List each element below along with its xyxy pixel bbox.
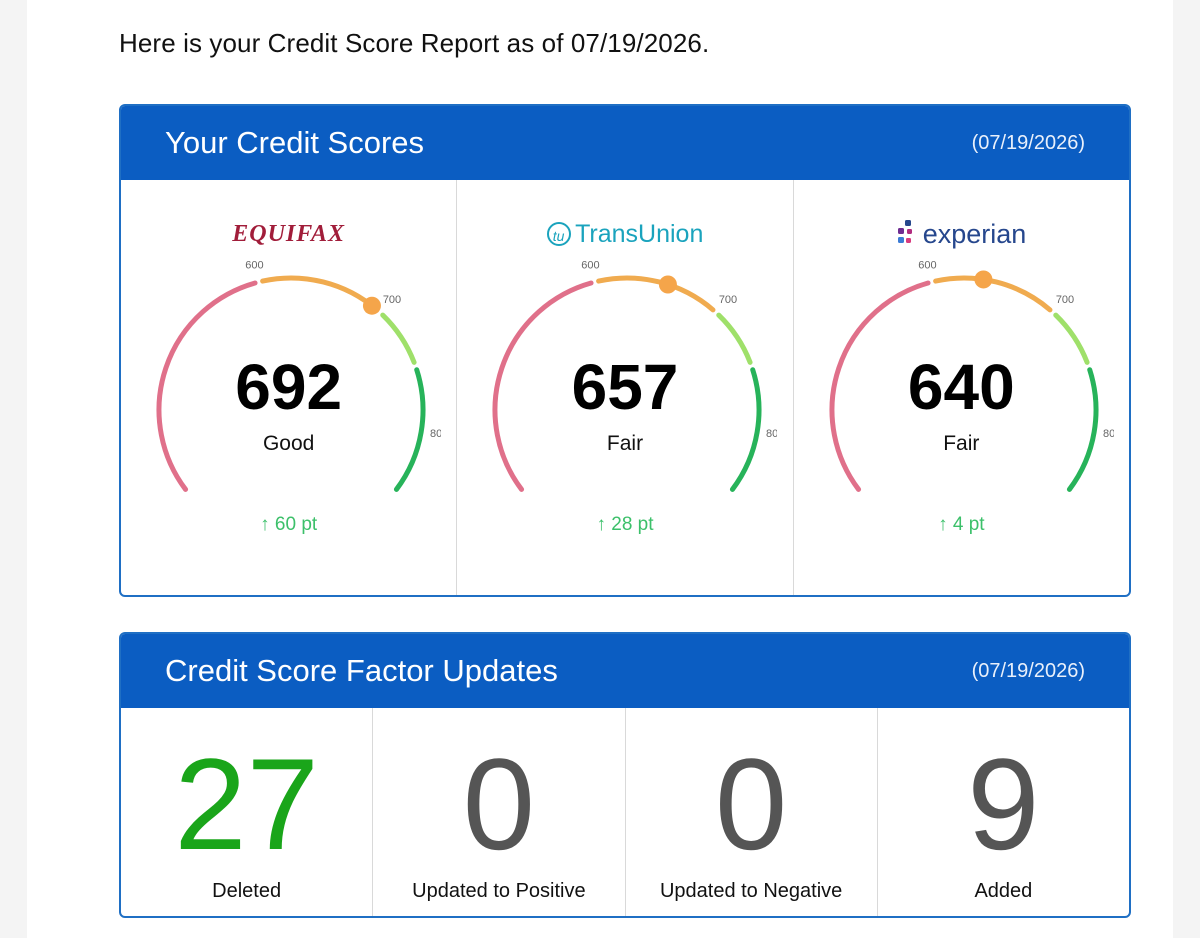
- factor-label: Added: [974, 880, 1033, 902]
- transunion-change: ↑ 28 pt: [596, 514, 654, 535]
- factor-updated-positive: 0 Updated to Positive: [373, 708, 626, 916]
- panel-title: Credit Score Factor Updates: [165, 653, 558, 688]
- gauge-arc-fair: [596, 275, 716, 313]
- panel-title: Your Credit Scores: [165, 125, 425, 160]
- credit-scores-panel: Your Credit Scores (07/19/2026) EQUIFAX …: [119, 104, 1131, 597]
- transunion-logo-icon: tu: [546, 222, 571, 246]
- factor-value: 0: [462, 731, 536, 877]
- gauge-arc-fair: [260, 275, 380, 313]
- experian-score-card: experian 600700800 640 Fair ↑ 4 pt: [794, 180, 1129, 595]
- factor-deleted: 27 Deleted: [121, 708, 374, 916]
- equifax-score-card: EQUIFAX 600700800 692 Good ↑ 60 pt: [121, 180, 458, 595]
- experian-dots-icon: [898, 220, 913, 243]
- factor-columns: 27 Deleted 0 Updated to Positive 0 Updat…: [121, 708, 1129, 916]
- panel-date: (07/19/2026): [971, 131, 1085, 154]
- factor-value: 27: [174, 731, 319, 877]
- credit-scores-header: Your Credit Scores (07/19/2026): [121, 106, 1129, 180]
- factor-updated-negative: 0 Updated to Negative: [626, 708, 878, 916]
- gauge-tick-label: 700: [719, 294, 737, 306]
- factor-added: 9 Added: [878, 708, 1129, 916]
- report-intro: Here is your Credit Score Report as of 0…: [119, 28, 710, 58]
- experian-change: ↑ 4 pt: [938, 514, 985, 535]
- gauge-tick-label: 600: [918, 260, 936, 272]
- equifax-logo-text: EQUIFAX: [232, 221, 346, 247]
- factor-value: 9: [967, 731, 1040, 877]
- factor-label: Deleted: [212, 880, 282, 902]
- equifax-logo: EQUIFAX: [121, 216, 456, 252]
- report-page: Here is your Credit Score Report as of 0…: [27, 0, 1173, 938]
- factor-value: 0: [714, 731, 788, 877]
- equifax-rating: Good: [262, 432, 315, 455]
- score-columns: EQUIFAX 600700800 692 Good ↑ 60 pt tu Tr…: [121, 180, 1129, 595]
- gauge-score-marker: [659, 275, 678, 294]
- transunion-score: 657: [571, 351, 679, 423]
- factor-label: Updated to Positive: [412, 880, 586, 902]
- panel-date: (07/19/2026): [971, 659, 1085, 682]
- gauge-tick-label: 700: [383, 294, 401, 306]
- experian-logo-text: experian: [922, 219, 1027, 249]
- experian-logo: experian: [794, 216, 1129, 252]
- gauge-tick-label: 700: [1055, 294, 1073, 306]
- gauge-tick-label: 600: [582, 260, 600, 272]
- factor-updates-panel: Credit Score Factor Updates (07/19/2026)…: [119, 632, 1131, 918]
- transunion-logo: tu TransUnion: [457, 216, 792, 252]
- factor-updates-header: Credit Score Factor Updates (07/19/2026): [121, 634, 1129, 708]
- factor-label: Updated to Negative: [659, 880, 843, 902]
- transunion-rating: Fair: [606, 432, 644, 455]
- equifax-score: 692: [235, 351, 343, 423]
- transunion-logo-text: TransUnion: [575, 220, 704, 248]
- experian-rating: Fair: [943, 432, 980, 455]
- gauge-score-marker: [362, 296, 381, 315]
- experian-score: 640: [907, 351, 1015, 423]
- gauge-tick-label: 600: [245, 260, 263, 272]
- transunion-score-card: tu TransUnion 600700800 657 Fair ↑ 28 pt: [457, 180, 794, 595]
- gauge-arc-fair: [932, 275, 1053, 313]
- gauge-score-marker: [974, 270, 993, 289]
- equifax-change: ↑ 60 pt: [260, 514, 318, 535]
